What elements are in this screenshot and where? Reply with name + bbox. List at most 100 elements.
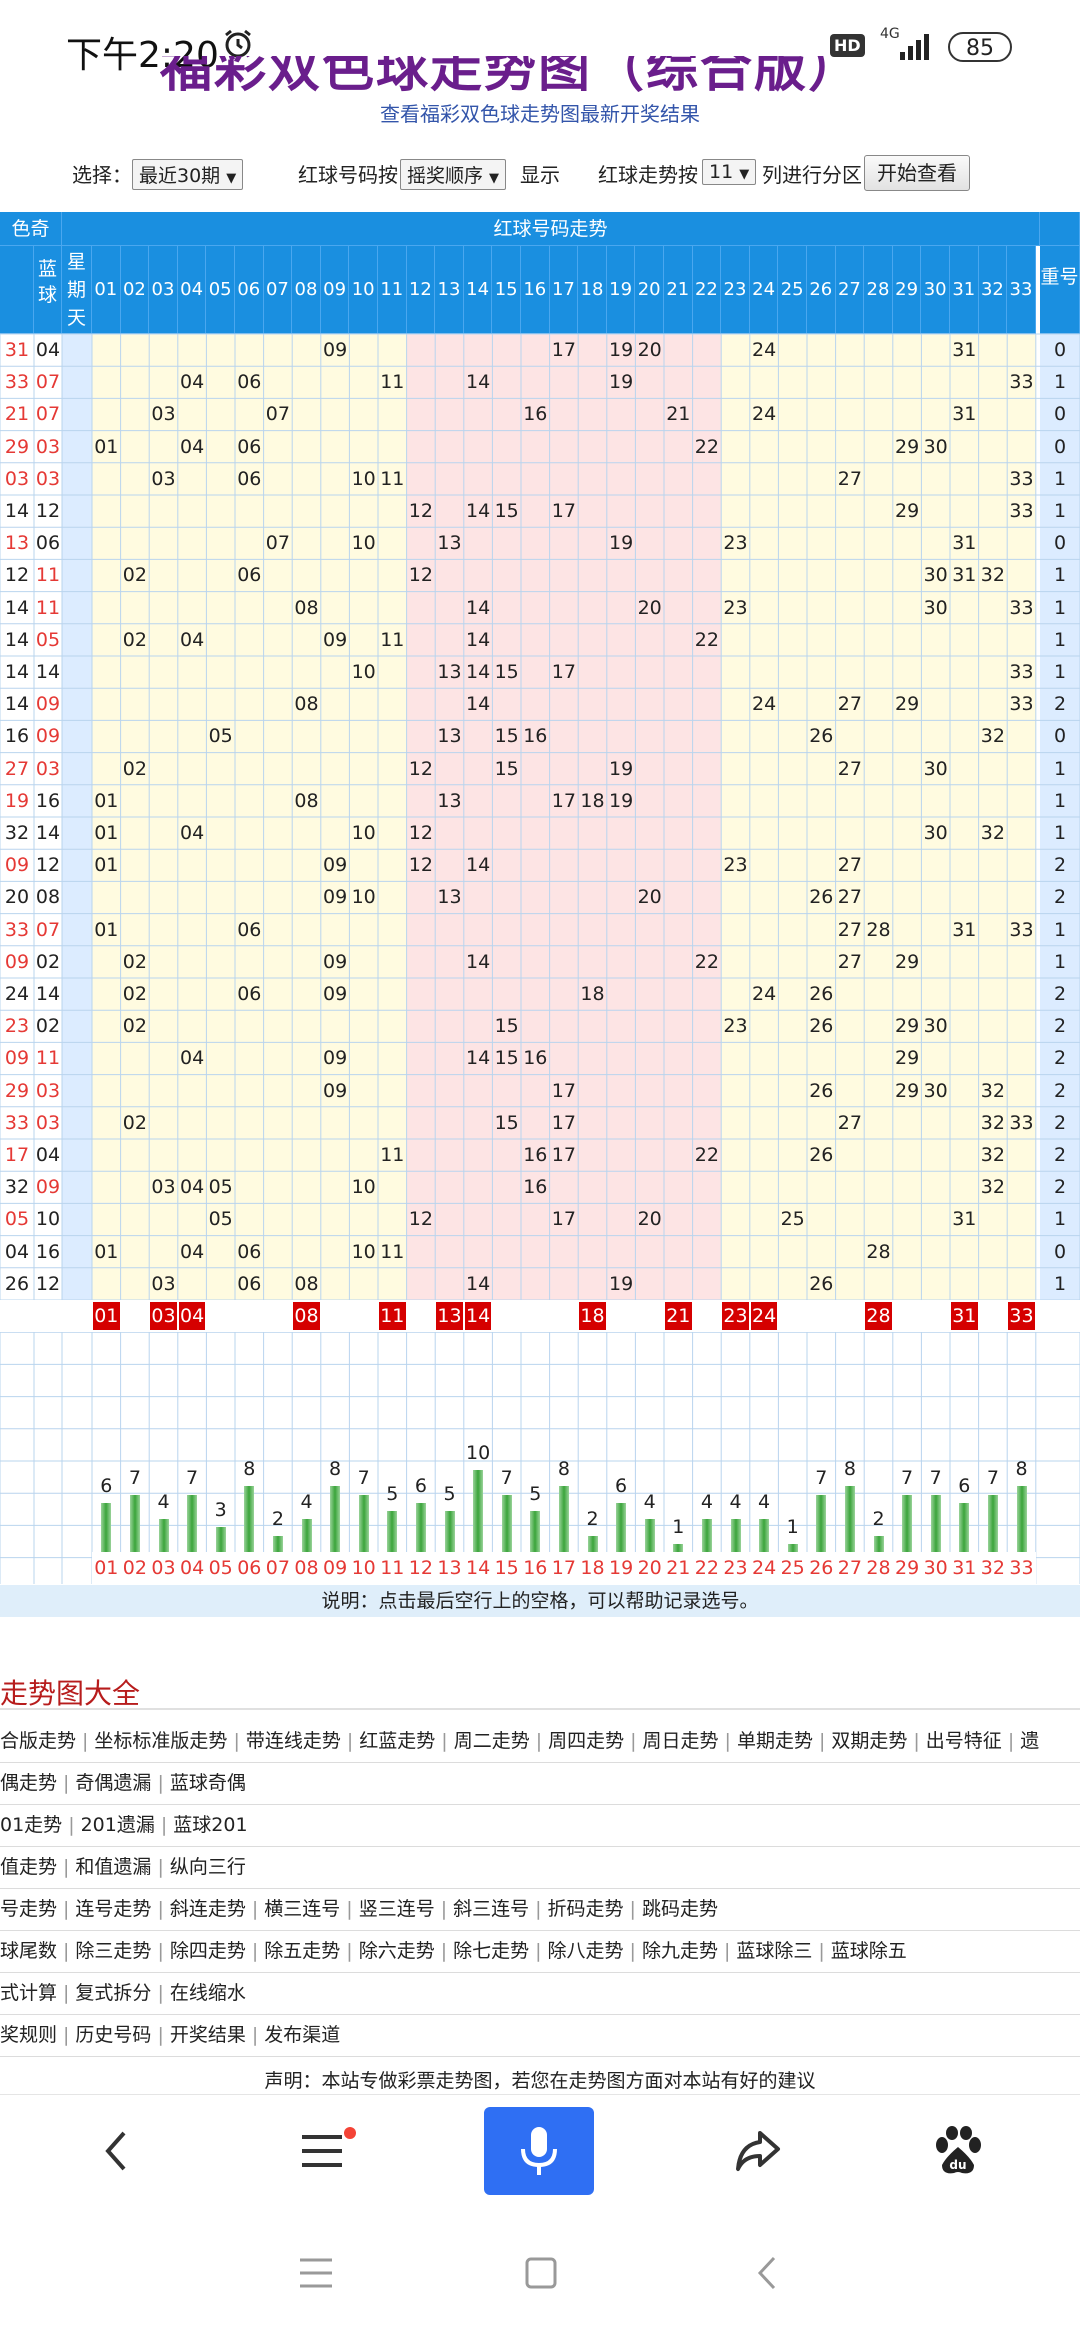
trend-link[interactable]: 除八走势 [548,1940,624,1962]
selected-number-cell[interactable]: 31 [951,1302,978,1331]
trend-link[interactable]: 坐标标准版走势 [94,1730,227,1752]
trend-link[interactable]: 201遗漏 [81,1814,155,1836]
selected-number-cell[interactable]: 28 [865,1302,892,1331]
empty-pick-cell[interactable] [178,1364,207,1396]
empty-pick-cell[interactable] [664,1332,693,1364]
trend-link[interactable]: 除五走势 [264,1940,340,1962]
selected-number-cell[interactable]: 21 [665,1302,692,1331]
empty-pick-cell[interactable] [149,1364,178,1396]
empty-pick-cell[interactable] [235,1364,264,1396]
empty-pick-cell[interactable] [578,1397,607,1429]
empty-pick-cell[interactable] [721,1397,750,1429]
empty-pick-cell[interactable] [721,1364,750,1396]
empty-pick-cell[interactable] [921,1429,950,1461]
trend-link[interactable]: 双期走势 [831,1730,907,1752]
empty-pick-cell[interactable] [407,1364,436,1396]
selected-number-cell[interactable]: 01 [93,1302,120,1331]
columns-select[interactable]: 11 ▼ [702,159,757,185]
nav-back-icon[interactable] [752,2254,782,2292]
empty-pick-cell[interactable] [1007,1364,1036,1396]
trend-link[interactable]: 周四走势 [548,1730,624,1752]
empty-pick-cell[interactable] [149,1429,178,1461]
selected-number-cell[interactable]: 23 [722,1302,749,1331]
selected-number-cell[interactable]: 03 [150,1302,177,1331]
empty-pick-cell[interactable] [807,1429,836,1461]
empty-pick-cell[interactable] [349,1397,378,1429]
empty-pick-cell[interactable] [464,1364,493,1396]
empty-pick-cell[interactable] [550,1397,579,1429]
empty-pick-cell[interactable] [893,1397,922,1429]
empty-pick-cell[interactable] [578,1364,607,1396]
empty-pick-cell[interactable] [750,1429,779,1461]
empty-pick-cell[interactable] [121,1332,150,1364]
empty-pick-cell[interactable] [893,1429,922,1461]
empty-pick-cell[interactable] [521,1364,550,1396]
start-view-button[interactable]: 开始查看 [864,155,970,191]
trend-link[interactable]: 出号特征 [926,1730,1002,1752]
empty-pick-cell[interactable] [921,1397,950,1429]
trend-link[interactable]: 纵向三行 [170,1856,246,1878]
empty-pick-cell[interactable] [492,1397,521,1429]
share-icon[interactable] [730,2123,786,2179]
empty-pick-cell[interactable] [836,1364,865,1396]
empty-pick-cell[interactable] [407,1332,436,1364]
trend-link[interactable]: 单期走势 [737,1730,813,1752]
empty-pick-cell[interactable] [349,1364,378,1396]
empty-pick-cell[interactable] [435,1332,464,1364]
trend-link[interactable]: 和值遗漏 [75,1856,151,1878]
empty-pick-cell[interactable] [721,1429,750,1461]
empty-pick-cell[interactable] [178,1332,207,1364]
empty-pick-cell[interactable] [492,1364,521,1396]
trend-link[interactable]: 号走势 [0,1898,57,1920]
empty-pick-cell[interactable] [235,1397,264,1429]
empty-pick-cell[interactable] [635,1397,664,1429]
empty-pick-cell[interactable] [750,1332,779,1364]
nav-home-icon[interactable] [524,2256,558,2290]
empty-pick-cell[interactable] [178,1429,207,1461]
nav-menu-icon[interactable] [298,2256,334,2290]
trend-link[interactable]: 奇偶遗漏 [75,1772,151,1794]
empty-pick-cell[interactable] [664,1364,693,1396]
empty-pick-cell[interactable] [92,1332,121,1364]
trend-link[interactable]: 斜连走势 [170,1898,246,1920]
trend-link[interactable]: 奖规则 [0,2024,57,2046]
trend-link[interactable]: 蓝球201 [173,1814,247,1836]
empty-pick-cell[interactable] [407,1429,436,1461]
empty-pick-cell[interactable] [92,1429,121,1461]
empty-pick-cell[interactable] [178,1397,207,1429]
empty-pick-cell[interactable] [321,1364,350,1396]
empty-pick-cell[interactable] [635,1332,664,1364]
empty-pick-cell[interactable] [950,1397,979,1429]
empty-pick-cell[interactable] [950,1429,979,1461]
empty-pick-cell[interactable] [979,1397,1008,1429]
empty-pick-cell[interactable] [321,1332,350,1364]
empty-pick-cell[interactable] [578,1332,607,1364]
latest-results-link[interactable]: 查看福彩双色球走势图最新开奖结果 [0,98,1080,127]
empty-pick-cell[interactable] [664,1429,693,1461]
empty-pick-cell[interactable] [778,1429,807,1461]
trend-link[interactable]: 复式拆分 [75,1982,151,2004]
back-icon[interactable] [90,2123,146,2179]
empty-pick-cell[interactable] [378,1364,407,1396]
trend-link[interactable]: 除三走势 [75,1940,151,1962]
empty-pick-cell[interactable] [550,1364,579,1396]
empty-pick-cell[interactable] [264,1429,293,1461]
selected-number-cell[interactable]: 08 [293,1302,320,1331]
empty-pick-cell[interactable] [206,1397,235,1429]
trend-link[interactable]: 斜三连号 [453,1898,529,1920]
empty-pick-cell[interactable] [92,1397,121,1429]
empty-pick-cell[interactable] [321,1397,350,1429]
empty-pick-cell[interactable] [521,1429,550,1461]
empty-pick-cell[interactable] [750,1364,779,1396]
trend-link[interactable]: 值走势 [0,1856,57,1878]
empty-pick-cell[interactable] [264,1364,293,1396]
empty-pick-cell[interactable] [264,1397,293,1429]
empty-pick-cell[interactable] [693,1332,722,1364]
empty-pick-cell[interactable] [864,1364,893,1396]
empty-pick-cell[interactable] [607,1364,636,1396]
selected-number-cell[interactable]: 18 [579,1302,606,1331]
empty-pick-cell[interactable] [435,1429,464,1461]
trend-link[interactable]: 周二走势 [454,1730,530,1752]
trend-link[interactable]: 开奖结果 [170,2024,246,2046]
empty-pick-cell[interactable] [693,1397,722,1429]
